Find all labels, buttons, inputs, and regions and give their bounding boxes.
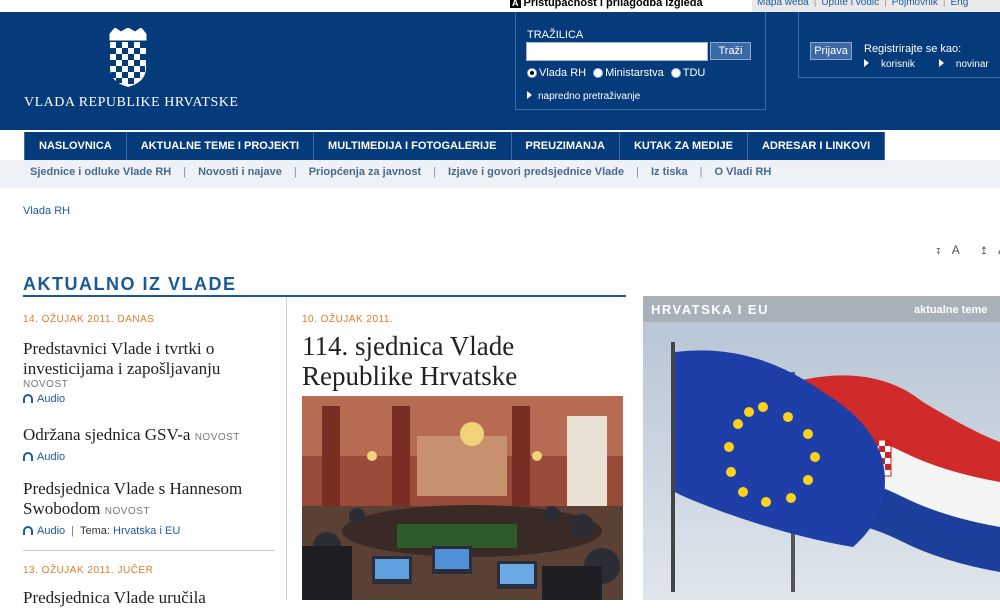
breadcrumb[interactable]: Vlada RH: [23, 205, 70, 217]
subnav-novosti[interactable]: Novosti i najave: [198, 166, 282, 178]
news-separator: [23, 550, 275, 551]
search-input[interactable]: [526, 42, 708, 61]
news-item: Predsjednica Vlade s Hannesom Swobodom N…: [23, 479, 283, 537]
current-topics-link[interactable]: aktualne teme: [914, 304, 987, 316]
accessibility-icon: A: [510, 0, 521, 8]
news-title-link[interactable]: Održana sjednica GSV-a NOVOST: [23, 425, 283, 448]
eu-panel-title[interactable]: HRVATSKA I EU: [651, 302, 769, 317]
headphones-icon: [23, 394, 33, 403]
radio-tdu[interactable]: TDU: [670, 67, 705, 79]
register-user-link[interactable]: korisnik: [864, 59, 927, 70]
subnav-o-vladi[interactable]: O Vladi RH: [715, 166, 772, 178]
coat-of-arms-logo[interactable]: [106, 27, 150, 93]
column-divider: [286, 297, 287, 600]
news-title-link[interactable]: Predstavnici Vlade i tvrtki o investicij…: [23, 339, 283, 379]
text-size-controls: ↧A ↥A: [935, 243, 1000, 257]
utility-links: Mapa weba | Upute i vodič | Pojmovnik | Eng: [752, 0, 1000, 12]
subnav-sjednice[interactable]: Sjednice i odluke Vlade RH: [30, 166, 171, 178]
site-brand[interactable]: VLADA REPUBLIKE HRVATSKE: [24, 95, 238, 111]
novost-badge: NOVOST: [23, 379, 69, 390]
nav-aktualne-teme[interactable]: AKTUALNE TEME I PROJEKTI: [127, 132, 315, 160]
news-meta: Audio | Tema: Hrvatska i EU: [23, 525, 283, 537]
eu-croatia-flags-photo[interactable]: [643, 322, 1000, 600]
headphones-icon: [23, 526, 33, 535]
audio-link[interactable]: Audio: [23, 451, 283, 463]
radio-vlada-rh[interactable]: Vlada RH: [527, 67, 586, 79]
section-rule: [23, 295, 626, 297]
radio-ministarstva[interactable]: Ministarstva: [593, 67, 664, 79]
news-date: 14. OŽUJAK 2011. DANAS: [23, 314, 155, 325]
arrow-right-icon: [938, 59, 944, 67]
utility-link-guide[interactable]: Upute i vodič: [821, 0, 879, 8]
nav-kutak-za-medije[interactable]: KUTAK ZA MEDIJE: [620, 132, 748, 160]
topic-label: Tema:: [80, 525, 110, 537]
nav-naslovnica[interactable]: NASLOVNICA: [24, 132, 127, 160]
register-options: korisnik novinar: [864, 59, 1000, 70]
search-scope: Vlada RH Ministarstva TDU: [527, 67, 712, 79]
feature-title-link[interactable]: 114. sjednica Vlade Republike Hrvatske: [302, 331, 622, 391]
arrow-right-icon: [527, 91, 532, 99]
session-photo[interactable]: [302, 396, 623, 600]
search-button[interactable]: Traži: [710, 42, 751, 60]
novost-badge: NOVOST: [104, 506, 150, 517]
arrow-right-icon: [864, 59, 869, 67]
utility-link-english[interactable]: Eng: [950, 0, 968, 8]
audio-link[interactable]: Audio: [23, 393, 283, 405]
section-title: AKTUALNO IZ VLADE: [23, 274, 237, 294]
subnav-priopcenja[interactable]: Priopćenja za javnost: [309, 166, 421, 178]
news-item: Predstavnici Vlade i tvrtki o investicij…: [23, 339, 283, 405]
sub-nav-items: Sjednice i odluke Vlade RH | Novosti i naj…: [30, 166, 772, 178]
radio-icon: [670, 68, 681, 78]
main-nav: NASLOVNICA AKTUALNE TEME I PROJEKTI MULT…: [24, 132, 886, 160]
decrease-arrow-icon: ↧: [935, 247, 942, 256]
news-title-link[interactable]: Predsjednica Vlade s Hannesom Swobodom N…: [23, 479, 283, 522]
news-title-link[interactable]: Predsjednica Vlade uručila: [23, 588, 206, 608]
radio-icon: [593, 68, 604, 78]
audio-link[interactable]: Audio: [23, 525, 65, 537]
news-item: Održana sjednica GSV-a NOVOST Audio: [23, 425, 283, 463]
novost-badge: NOVOST: [194, 432, 240, 443]
utility-link-glossary[interactable]: Pojmovnik: [892, 0, 938, 8]
increase-arrow-icon: ↥: [979, 246, 989, 257]
nav-preuzimanja[interactable]: PREUZIMANJA: [512, 132, 620, 160]
headphones-icon: [23, 452, 33, 461]
nav-multimedija[interactable]: MULTIMEDIJA I FOTOGALERIJE: [314, 132, 512, 160]
subnav-izjave[interactable]: Izjave i govori predsjednice Vlade: [448, 166, 624, 178]
search-label: TRAŽILICA: [527, 29, 584, 41]
decrease-text-button[interactable]: ↧ A: [935, 243, 970, 257]
increase-text-button[interactable]: ↥A: [980, 243, 1000, 257]
utility-link-sitemap[interactable]: Mapa weba: [757, 0, 809, 8]
feature-date: 10. OŽUJAK 2011.: [302, 314, 394, 325]
register-journalist-link[interactable]: novinar: [938, 59, 1000, 70]
nav-adresar[interactable]: ADRESAR I LINKOVI: [748, 132, 886, 160]
radio-selected-icon: [527, 68, 537, 78]
topic-link[interactable]: Hrvatska i EU: [113, 525, 180, 537]
register-label: Registrirajte se kao:: [864, 43, 962, 55]
accessibility-label: Pristupačnost i prilagodba izgleda: [523, 0, 703, 9]
advanced-search-link[interactable]: napredno pretraživanje: [527, 91, 640, 102]
accessibility-link[interactable]: A Pristupačnost i prilagodba izgleda: [510, 0, 703, 9]
news-date: 13. OŽUJAK 2011. JUČER: [23, 565, 154, 576]
login-button[interactable]: Prijava: [810, 42, 852, 60]
subnav-iz-tiska[interactable]: Iz tiska: [651, 166, 688, 178]
